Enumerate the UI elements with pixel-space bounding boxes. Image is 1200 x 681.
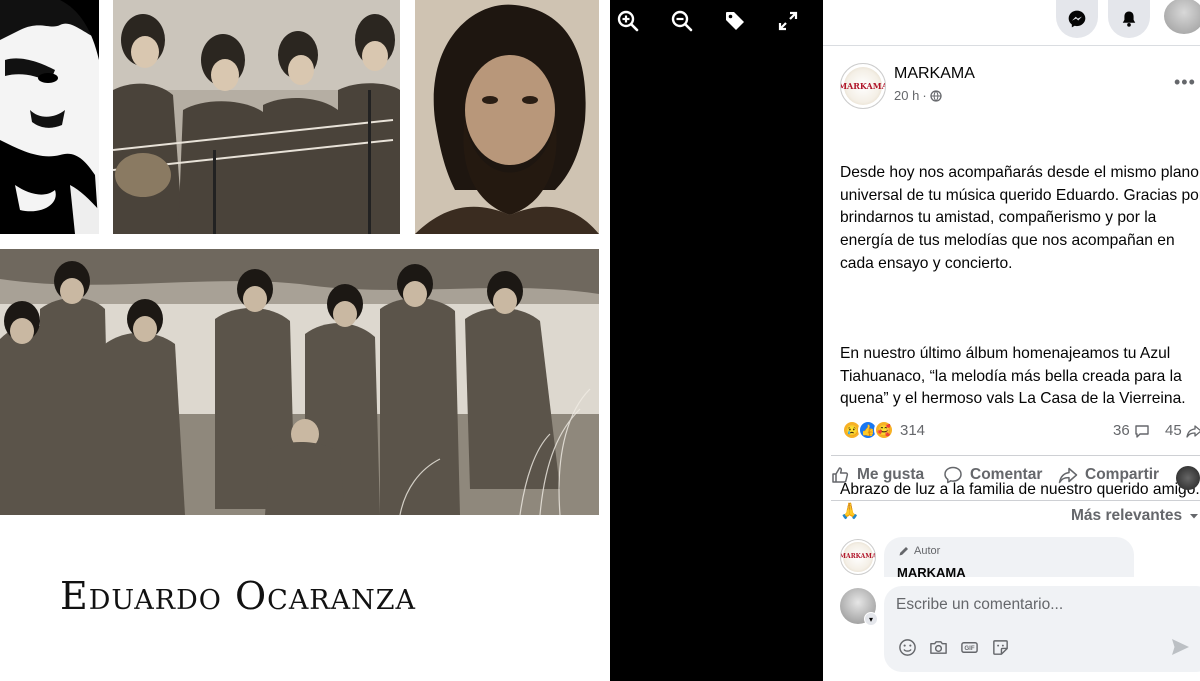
- share-arrow-icon: [1186, 424, 1200, 438]
- post-time[interactable]: 20 h: [894, 88, 919, 103]
- chevron-down-icon: [1190, 514, 1199, 519]
- zoom-out-icon: [671, 10, 693, 32]
- photo-group-lakeside: [0, 249, 599, 515]
- page-name[interactable]: MARKAMA: [894, 65, 975, 83]
- photo-portrait-bearded: [415, 0, 599, 234]
- fullscreen-button[interactable]: [773, 6, 803, 36]
- post-panel: MARKAMA MARKAMA 20 h · ••• Desde hoy nos…: [823, 0, 1200, 681]
- reactions-summary[interactable]: 😢 👍 🥰 314: [842, 420, 925, 440]
- zoom-in-button[interactable]: [613, 6, 643, 36]
- author-badge: Autor: [898, 545, 940, 557]
- photo-caption: Eduardo Ocaranza: [60, 574, 417, 618]
- comment-sort-dropdown[interactable]: Más relevantes: [1071, 507, 1200, 525]
- profile-avatar[interactable]: [1162, 0, 1200, 36]
- thumbs-up-icon: [832, 467, 849, 483]
- zoom-out-button[interactable]: [667, 6, 697, 36]
- share-as-avatar[interactable]: [1176, 466, 1200, 490]
- commenter-logo[interactable]: MARKAMA: [840, 539, 876, 575]
- pencil-icon: [899, 547, 908, 556]
- sort-label: Más relevantes: [1071, 507, 1183, 524]
- comment-bubble-icon: [1134, 424, 1149, 438]
- comment-label: Comentar: [970, 466, 1043, 483]
- shares-count: 45: [1165, 422, 1182, 439]
- comments-count: 36: [1113, 422, 1130, 439]
- send-icon: [1172, 639, 1189, 655]
- author-badge-label: Autor: [914, 545, 941, 557]
- post-photo: Eduardo Ocaranza: [0, 0, 610, 681]
- comment-author[interactable]: MARKAMA: [897, 565, 966, 577]
- post-paragraph: En nuestro último álbum homenajeamos tu …: [840, 344, 1187, 408]
- post-meta: 20 h ·: [894, 88, 942, 103]
- notifications-button[interactable]: [1108, 0, 1150, 38]
- share-label: Compartir: [1085, 466, 1160, 483]
- meta-separator: ·: [922, 88, 927, 103]
- reactions-count: 314: [900, 421, 926, 439]
- comment-input[interactable]: [896, 596, 1186, 614]
- gif-button[interactable]: GIF: [958, 636, 980, 658]
- like-button[interactable]: Me gusta: [830, 465, 924, 485]
- bell-icon: [1122, 11, 1136, 27]
- fullscreen-icon: [778, 11, 798, 31]
- tag-icon: [726, 12, 744, 30]
- care-reaction-icon: 🥰: [874, 420, 894, 440]
- comment-icon: [944, 466, 962, 484]
- camera-button[interactable]: [927, 636, 949, 658]
- shares-count-link[interactable]: 45: [1165, 422, 1200, 439]
- globe-icon: [930, 89, 942, 102]
- messenger-button[interactable]: [1056, 0, 1098, 38]
- photo-face-highcontrast: [0, 0, 99, 234]
- send-button[interactable]: [1169, 636, 1191, 658]
- camera-icon: [929, 640, 947, 654]
- logo-text: MARKAMA: [840, 553, 876, 561]
- gif-icon: GIF: [960, 641, 978, 653]
- actions-divider-bottom: [831, 500, 1200, 501]
- messenger-icon: [1068, 10, 1086, 28]
- share-icon: [1058, 467, 1078, 484]
- page-logo[interactable]: MARKAMA: [840, 63, 886, 109]
- comment-bubble: Autor MARKAMA: [884, 537, 1134, 577]
- comment-composer: GIF: [884, 586, 1200, 672]
- header-divider: [823, 45, 1200, 46]
- sticker-icon: [992, 639, 1008, 655]
- tag-button[interactable]: [720, 6, 750, 36]
- emoji-button[interactable]: [896, 636, 918, 658]
- svg-text:GIF: GIF: [964, 645, 974, 652]
- actions-divider-top: [831, 455, 1200, 456]
- share-button[interactable]: Compartir: [1058, 465, 1159, 485]
- sticker-button[interactable]: [989, 636, 1011, 658]
- emoji-icon: [898, 638, 916, 656]
- viewer-backdrop: [610, 0, 823, 681]
- like-label: Me gusta: [857, 466, 925, 483]
- post-paragraph: Desde hoy nos acompañarás desde el mismo…: [840, 164, 1200, 272]
- zoom-in-icon: [617, 10, 639, 32]
- photo-musicians-stage: [113, 0, 400, 234]
- comments-count-link[interactable]: 36: [1113, 422, 1150, 439]
- comment-button[interactable]: Comentar: [943, 465, 1042, 485]
- more-options-button[interactable]: •••: [1174, 72, 1196, 93]
- avatar-chevron-icon[interactable]: ▾: [864, 612, 878, 626]
- logo-text: MARKAMA: [840, 80, 886, 91]
